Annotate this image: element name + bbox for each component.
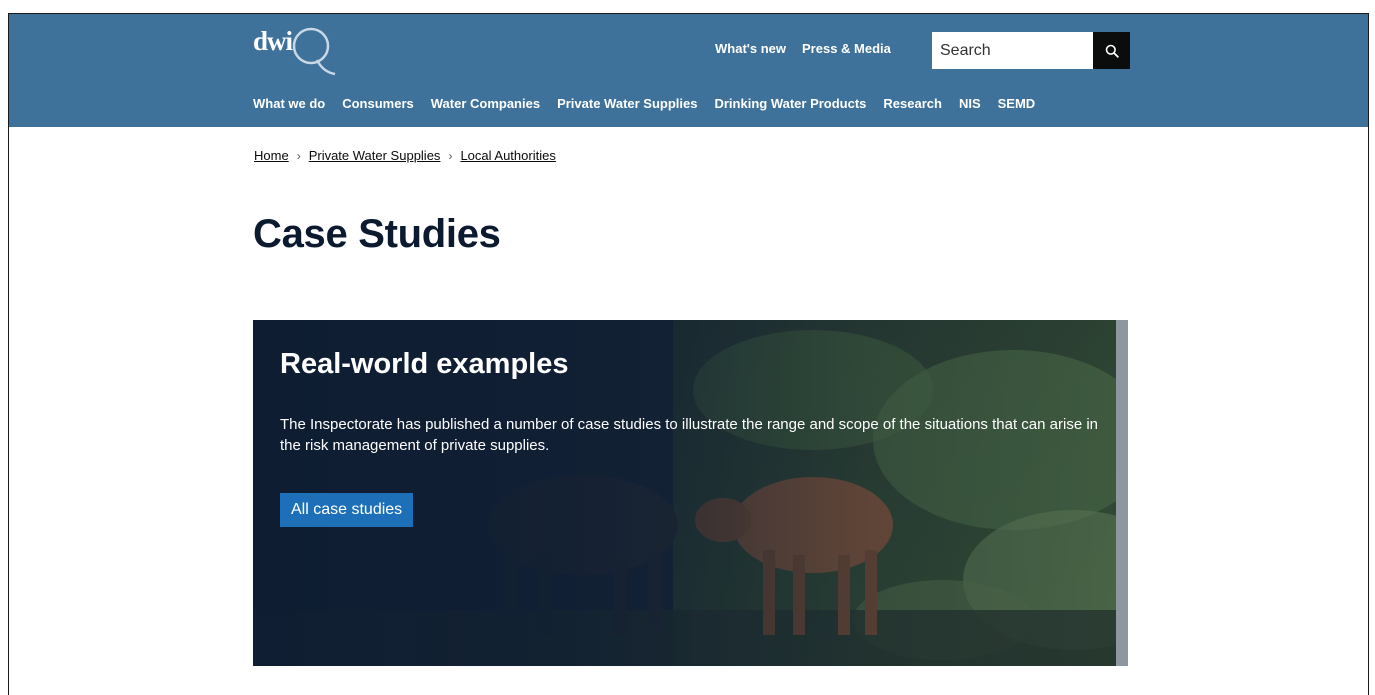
nav-nis[interactable]: NIS xyxy=(959,96,981,111)
utility-nav: What's new Press & Media xyxy=(715,41,891,56)
search-button[interactable] xyxy=(1093,32,1130,69)
logo-text: dwi xyxy=(253,26,293,56)
magnifier-icon xyxy=(1105,44,1119,58)
search-box xyxy=(932,32,1130,69)
breadcrumb-chevron-icon: › xyxy=(296,148,301,163)
search-input[interactable] xyxy=(932,32,1093,69)
dwi-logo[interactable]: dwi xyxy=(253,24,343,80)
all-case-studies-button[interactable]: All case studies xyxy=(280,493,414,527)
nav-drinking-water-products[interactable]: Drinking Water Products xyxy=(714,96,866,111)
main-nav: What we do Consumers Water Companies Pri… xyxy=(253,96,1035,111)
nav-semd[interactable]: SEMD xyxy=(998,96,1036,111)
nav-private-water-supplies[interactable]: Private Water Supplies xyxy=(557,96,697,111)
nav-research[interactable]: Research xyxy=(883,96,942,111)
utility-nav-whats-new[interactable]: What's new xyxy=(715,41,786,56)
hero-banner: Real-world examples The Inspectorate has… xyxy=(253,320,1128,666)
breadcrumb-local-authorities[interactable]: Local Authorities xyxy=(460,148,555,163)
hero-description: The Inspectorate has published a number … xyxy=(280,416,1098,454)
breadcrumb-home[interactable]: Home xyxy=(254,148,289,163)
breadcrumb-private-water-supplies[interactable]: Private Water Supplies xyxy=(309,148,441,163)
nav-water-companies[interactable]: Water Companies xyxy=(431,96,540,111)
nav-consumers[interactable]: Consumers xyxy=(342,96,414,111)
site-header: dwi What's new Press & Media What we do … xyxy=(9,14,1368,127)
breadcrumb-chevron-icon: › xyxy=(448,148,453,163)
browser-frame: dwi What's new Press & Media What we do … xyxy=(8,13,1369,695)
utility-nav-press-media[interactable]: Press & Media xyxy=(802,41,891,56)
hero-title: Real-world examples xyxy=(280,348,569,380)
page-title: Case Studies xyxy=(253,212,501,256)
breadcrumb: Home › Private Water Supplies › Local Au… xyxy=(254,148,556,163)
hero-scroll-edge xyxy=(1116,320,1128,666)
nav-what-we-do[interactable]: What we do xyxy=(253,96,325,111)
